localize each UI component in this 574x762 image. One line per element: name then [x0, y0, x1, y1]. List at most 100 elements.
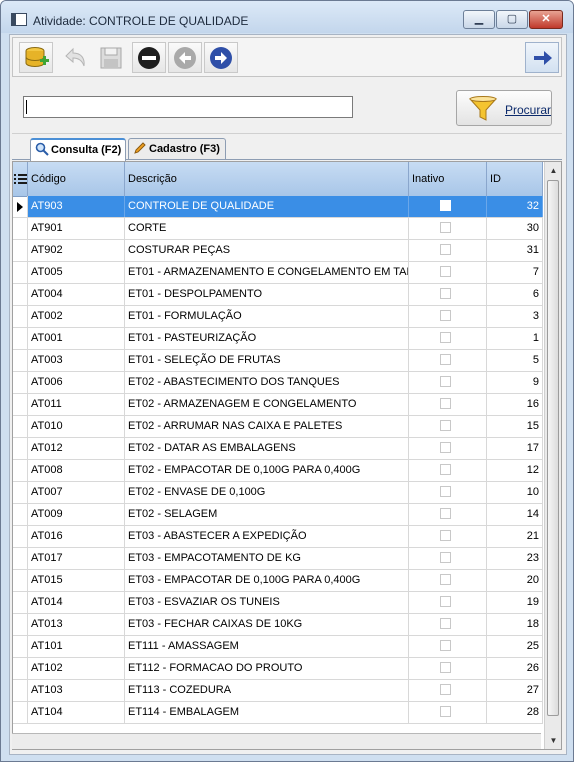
- maximize-button[interactable]: ▢: [496, 10, 528, 29]
- row-indicator[interactable]: [13, 262, 28, 283]
- cell-descricao[interactable]: ET02 - SELAGEM: [125, 504, 409, 525]
- inativo-checkbox[interactable]: [440, 552, 451, 563]
- cell-codigo[interactable]: AT008: [28, 460, 125, 481]
- table-row[interactable]: AT102 ET112 - FORMACAO DO PROUTO 26: [13, 658, 543, 680]
- cell-codigo[interactable]: AT013: [28, 614, 125, 635]
- cell-id[interactable]: 25: [487, 636, 543, 657]
- cell-id[interactable]: 12: [487, 460, 543, 481]
- inativo-checkbox[interactable]: [440, 640, 451, 651]
- cell-id[interactable]: 18: [487, 614, 543, 635]
- cell-id[interactable]: 16: [487, 394, 543, 415]
- cell-descricao[interactable]: COSTURAR PEÇAS: [125, 240, 409, 261]
- table-row[interactable]: AT007 ET02 - ENVASE DE 0,100G 10: [13, 482, 543, 504]
- previous-button[interactable]: [168, 42, 202, 73]
- row-indicator[interactable]: [13, 570, 28, 591]
- cell-codigo[interactable]: AT101: [28, 636, 125, 657]
- cell-codigo[interactable]: AT003: [28, 350, 125, 371]
- row-indicator[interactable]: [13, 482, 28, 503]
- delete-button[interactable]: [132, 42, 166, 73]
- cell-codigo[interactable]: AT104: [28, 702, 125, 723]
- row-indicator[interactable]: [13, 592, 28, 613]
- cell-inativo[interactable]: [409, 636, 487, 657]
- cell-descricao[interactable]: ET02 - ABASTECIMENTO DOS TANQUES: [125, 372, 409, 393]
- table-row[interactable]: AT901 CORTE 30: [13, 218, 543, 240]
- table-row[interactable]: AT004 ET01 - DESPOLPAMENTO 6: [13, 284, 543, 306]
- inativo-checkbox[interactable]: [440, 486, 451, 497]
- cell-id[interactable]: 19: [487, 592, 543, 613]
- inativo-checkbox[interactable]: [440, 662, 451, 673]
- cell-codigo[interactable]: AT016: [28, 526, 125, 547]
- cell-codigo[interactable]: AT015: [28, 570, 125, 591]
- cell-inativo[interactable]: [409, 680, 487, 701]
- cell-inativo[interactable]: [409, 614, 487, 635]
- inativo-checkbox[interactable]: [440, 376, 451, 387]
- table-row[interactable]: AT017 ET03 - EMPACOTAMENTO DE KG 23: [13, 548, 543, 570]
- row-indicator[interactable]: [13, 614, 28, 635]
- row-indicator[interactable]: [13, 636, 28, 657]
- cell-descricao[interactable]: CORTE: [125, 218, 409, 239]
- cell-codigo[interactable]: AT017: [28, 548, 125, 569]
- cell-descricao[interactable]: CONTROLE DE QUALIDADE: [125, 196, 409, 217]
- scroll-down-button[interactable]: ▼: [545, 732, 561, 749]
- cell-id[interactable]: 6: [487, 284, 543, 305]
- table-row[interactable]: AT006 ET02 - ABASTECIMENTO DOS TANQUES 9: [13, 372, 543, 394]
- column-chooser-button[interactable]: [13, 162, 28, 196]
- table-row[interactable]: AT101 ET111 - AMASSAGEM 25: [13, 636, 543, 658]
- cell-codigo[interactable]: AT012: [28, 438, 125, 459]
- table-row[interactable]: AT011 ET02 - ARMAZENAGEM E CONGELAMENTO 16: [13, 394, 543, 416]
- cell-inativo[interactable]: [409, 416, 487, 437]
- cell-inativo[interactable]: [409, 350, 487, 371]
- inativo-checkbox[interactable]: [440, 354, 451, 365]
- row-indicator[interactable]: [13, 548, 28, 569]
- save-button[interactable]: [93, 42, 127, 73]
- cell-id[interactable]: 15: [487, 416, 543, 437]
- inativo-checkbox[interactable]: [440, 244, 451, 255]
- table-row[interactable]: AT103 ET113 - COZEDURA 27: [13, 680, 543, 702]
- inativo-checkbox[interactable]: [440, 310, 451, 321]
- table-row[interactable]: AT008 ET02 - EMPACOTAR DE 0,100G PARA 0,4…: [13, 460, 543, 482]
- cell-codigo[interactable]: AT005: [28, 262, 125, 283]
- next-button[interactable]: [204, 42, 238, 73]
- inativo-checkbox[interactable]: [440, 398, 451, 409]
- scroll-up-button[interactable]: ▲: [545, 162, 561, 179]
- cell-descricao[interactable]: ET03 - FECHAR CAIXAS DE 10KG: [125, 614, 409, 635]
- row-indicator[interactable]: [13, 284, 28, 305]
- row-indicator[interactable]: [13, 460, 28, 481]
- inativo-checkbox[interactable]: [440, 442, 451, 453]
- inativo-checkbox[interactable]: [440, 530, 451, 541]
- cell-inativo[interactable]: [409, 702, 487, 723]
- row-indicator[interactable]: [13, 658, 28, 679]
- table-row[interactable]: AT903 CONTROLE DE QUALIDADE 32: [13, 196, 543, 218]
- cell-inativo[interactable]: [409, 284, 487, 305]
- exit-button[interactable]: [525, 42, 559, 73]
- cell-codigo[interactable]: AT903: [28, 196, 125, 217]
- cell-id[interactable]: 5: [487, 350, 543, 371]
- row-indicator[interactable]: [13, 328, 28, 349]
- cell-descricao[interactable]: ET02 - ARMAZENAGEM E CONGELAMENTO: [125, 394, 409, 415]
- inativo-checkbox[interactable]: [440, 508, 451, 519]
- tab-cadastro[interactable]: Cadastro (F3): [128, 138, 226, 159]
- row-indicator[interactable]: [13, 240, 28, 261]
- cell-codigo[interactable]: AT901: [28, 218, 125, 239]
- inativo-checkbox[interactable]: [440, 266, 451, 277]
- cell-descricao[interactable]: ET01 - PASTEURIZAÇÃO: [125, 328, 409, 349]
- cell-descricao[interactable]: ET02 - EMPACOTAR DE 0,100G PARA 0,400G: [125, 460, 409, 481]
- inativo-checkbox[interactable]: [440, 706, 451, 717]
- cell-descricao[interactable]: ET01 - SELEÇÃO DE FRUTAS: [125, 350, 409, 371]
- table-row[interactable]: AT003 ET01 - SELEÇÃO DE FRUTAS 5: [13, 350, 543, 372]
- table-row[interactable]: AT002 ET01 - FORMULAÇÃO 3: [13, 306, 543, 328]
- cell-inativo[interactable]: [409, 240, 487, 261]
- column-header-descricao[interactable]: Descrição: [125, 162, 409, 196]
- cell-id[interactable]: 32: [487, 196, 543, 217]
- minimize-button[interactable]: ▁: [463, 10, 495, 29]
- cell-inativo[interactable]: [409, 372, 487, 393]
- cell-inativo[interactable]: [409, 526, 487, 547]
- cell-codigo[interactable]: AT002: [28, 306, 125, 327]
- cell-descricao[interactable]: ET01 - FORMULAÇÃO: [125, 306, 409, 327]
- cell-descricao[interactable]: ET03 - ABASTECER A EXPEDIÇÃO: [125, 526, 409, 547]
- cell-inativo[interactable]: [409, 482, 487, 503]
- cell-id[interactable]: 26: [487, 658, 543, 679]
- column-header-id[interactable]: ID: [487, 162, 543, 196]
- cell-descricao[interactable]: ET112 - FORMACAO DO PROUTO: [125, 658, 409, 679]
- cell-id[interactable]: 30: [487, 218, 543, 239]
